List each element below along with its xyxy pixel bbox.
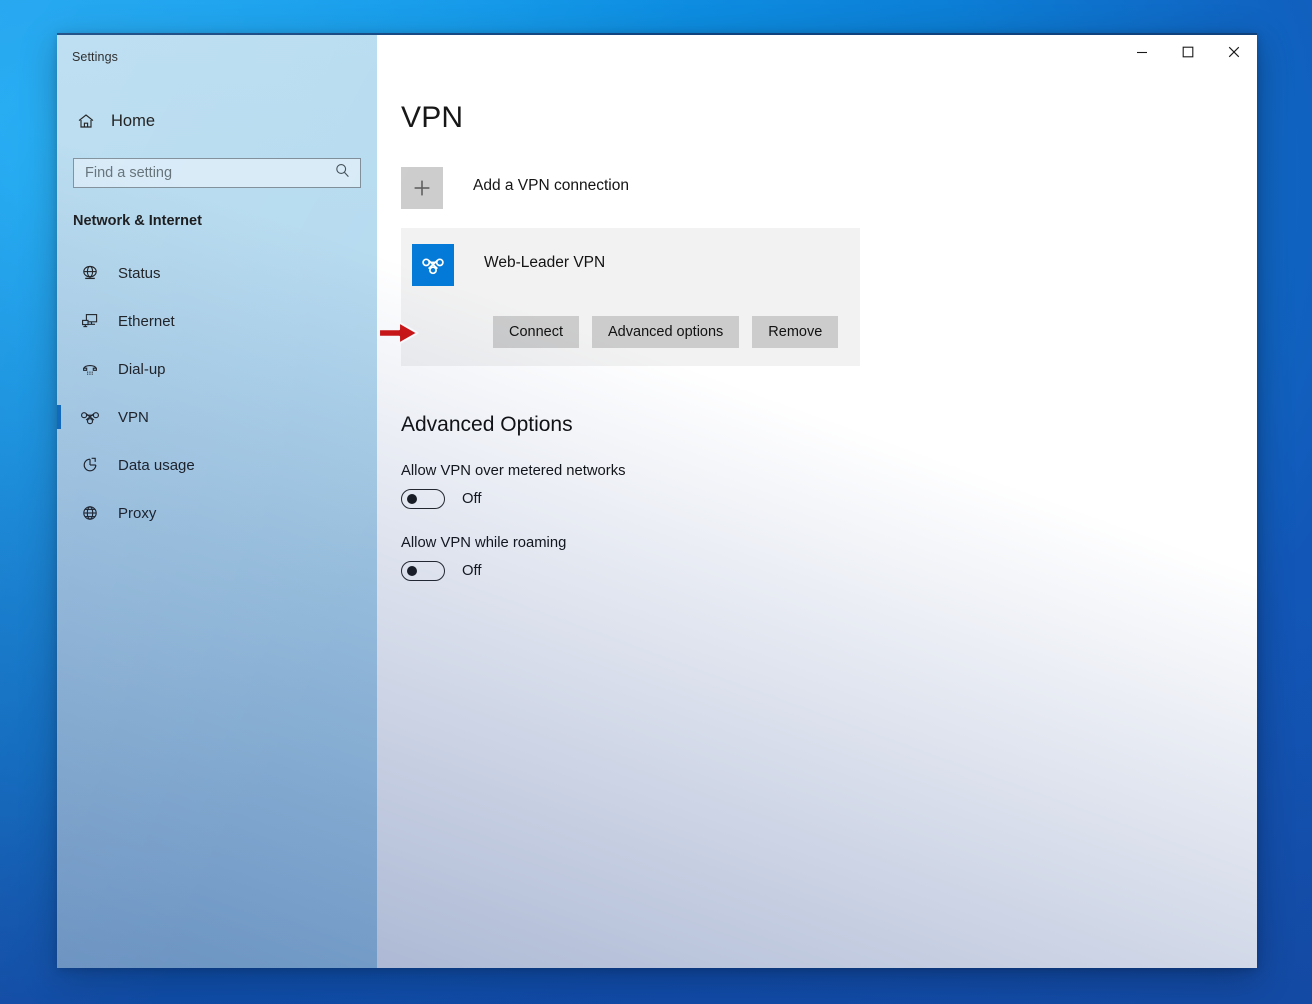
toggle-knob (407, 566, 417, 576)
toggle-knob (407, 494, 417, 504)
roaming-row: Off (401, 561, 1257, 581)
globe-proxy-icon (79, 503, 101, 523)
roaming-label: Allow VPN while roaming (401, 535, 567, 551)
minimize-button[interactable] (1119, 35, 1165, 69)
roaming-toggle[interactable] (401, 561, 445, 581)
vpn-connection-card[interactable]: Web-Leader VPN Connect Advanced options … (377, 228, 860, 366)
sidebar-item-data-usage[interactable]: Data usage (57, 441, 377, 489)
vpn-knot-icon (79, 407, 101, 427)
titlebar-controls (1119, 35, 1257, 69)
settings-window: Settings Home Find a setting Network & I… (57, 33, 1257, 968)
connect-button[interactable]: Connect (493, 316, 580, 348)
sidebar-item-proxy[interactable]: Proxy (57, 489, 377, 537)
remove-button[interactable]: Remove (752, 316, 839, 348)
roaming-state: Off (462, 563, 482, 579)
vpn-knot-icon (412, 244, 454, 286)
sidebar-item-label: Ethernet (118, 312, 175, 330)
metered-networks-toggle[interactable] (401, 489, 445, 509)
search-container (57, 158, 377, 188)
desktop-background: Settings Home Find a setting Network & I… (0, 0, 1312, 1004)
sidebar-item-label: VPN (118, 408, 149, 426)
window-title: Settings (72, 50, 118, 64)
add-vpn-connection-button[interactable]: Add a VPN connection (401, 167, 861, 209)
main-content: VPN Add a VPN connection Web-Leader VPN … (377, 35, 1257, 968)
sidebar-home-label: Home (111, 111, 156, 130)
sidebar-item-label: Proxy (118, 504, 157, 522)
search-input[interactable] (74, 159, 360, 187)
sidebar-item-home[interactable]: Home (57, 102, 377, 140)
sidebar-group-title: Network & Internet (73, 213, 202, 229)
metered-networks-label: Allow VPN over metered networks (401, 463, 626, 479)
vpn-action-buttons: Connect Advanced options Remove (377, 316, 860, 348)
sidebar-item-vpn[interactable]: VPN (57, 393, 377, 441)
plus-icon (401, 167, 443, 209)
metered-networks-state: Off (462, 491, 482, 507)
search-box[interactable] (73, 158, 361, 188)
globe-status-icon (79, 263, 101, 283)
sidebar-item-label: Dial-up (118, 360, 166, 378)
sidebar-item-label: Status (118, 264, 161, 282)
ethernet-icon (79, 311, 101, 331)
close-button[interactable] (1211, 35, 1257, 69)
sidebar-item-ethernet[interactable]: Ethernet (57, 297, 377, 345)
maximize-button[interactable] (1165, 35, 1211, 69)
add-vpn-connection-label: Add a VPN connection (473, 177, 629, 194)
dialup-phone-icon (79, 359, 101, 379)
vpn-connection-header: Web-Leader VPN (401, 244, 860, 286)
page-title: VPN (401, 101, 464, 134)
metered-networks-row: Off (401, 489, 1257, 509)
sidebar-item-status[interactable]: Status (57, 249, 377, 297)
pie-chart-icon (79, 455, 101, 475)
selection-indicator (57, 405, 61, 429)
vpn-connection-name: Web-Leader VPN (484, 254, 606, 271)
sidebar-item-dialup[interactable]: Dial-up (57, 345, 377, 393)
annotation-arrow-icon (377, 320, 421, 346)
sidebar: Settings Home Find a setting Network & I… (57, 35, 377, 968)
sidebar-nav: Status Ethernet Dial-up VPN Data usage P… (57, 249, 377, 537)
advanced-options-title: Advanced Options (401, 413, 573, 436)
home-icon (75, 111, 97, 131)
advanced-options-button[interactable]: Advanced options (592, 316, 740, 348)
sidebar-item-label: Data usage (118, 456, 195, 474)
